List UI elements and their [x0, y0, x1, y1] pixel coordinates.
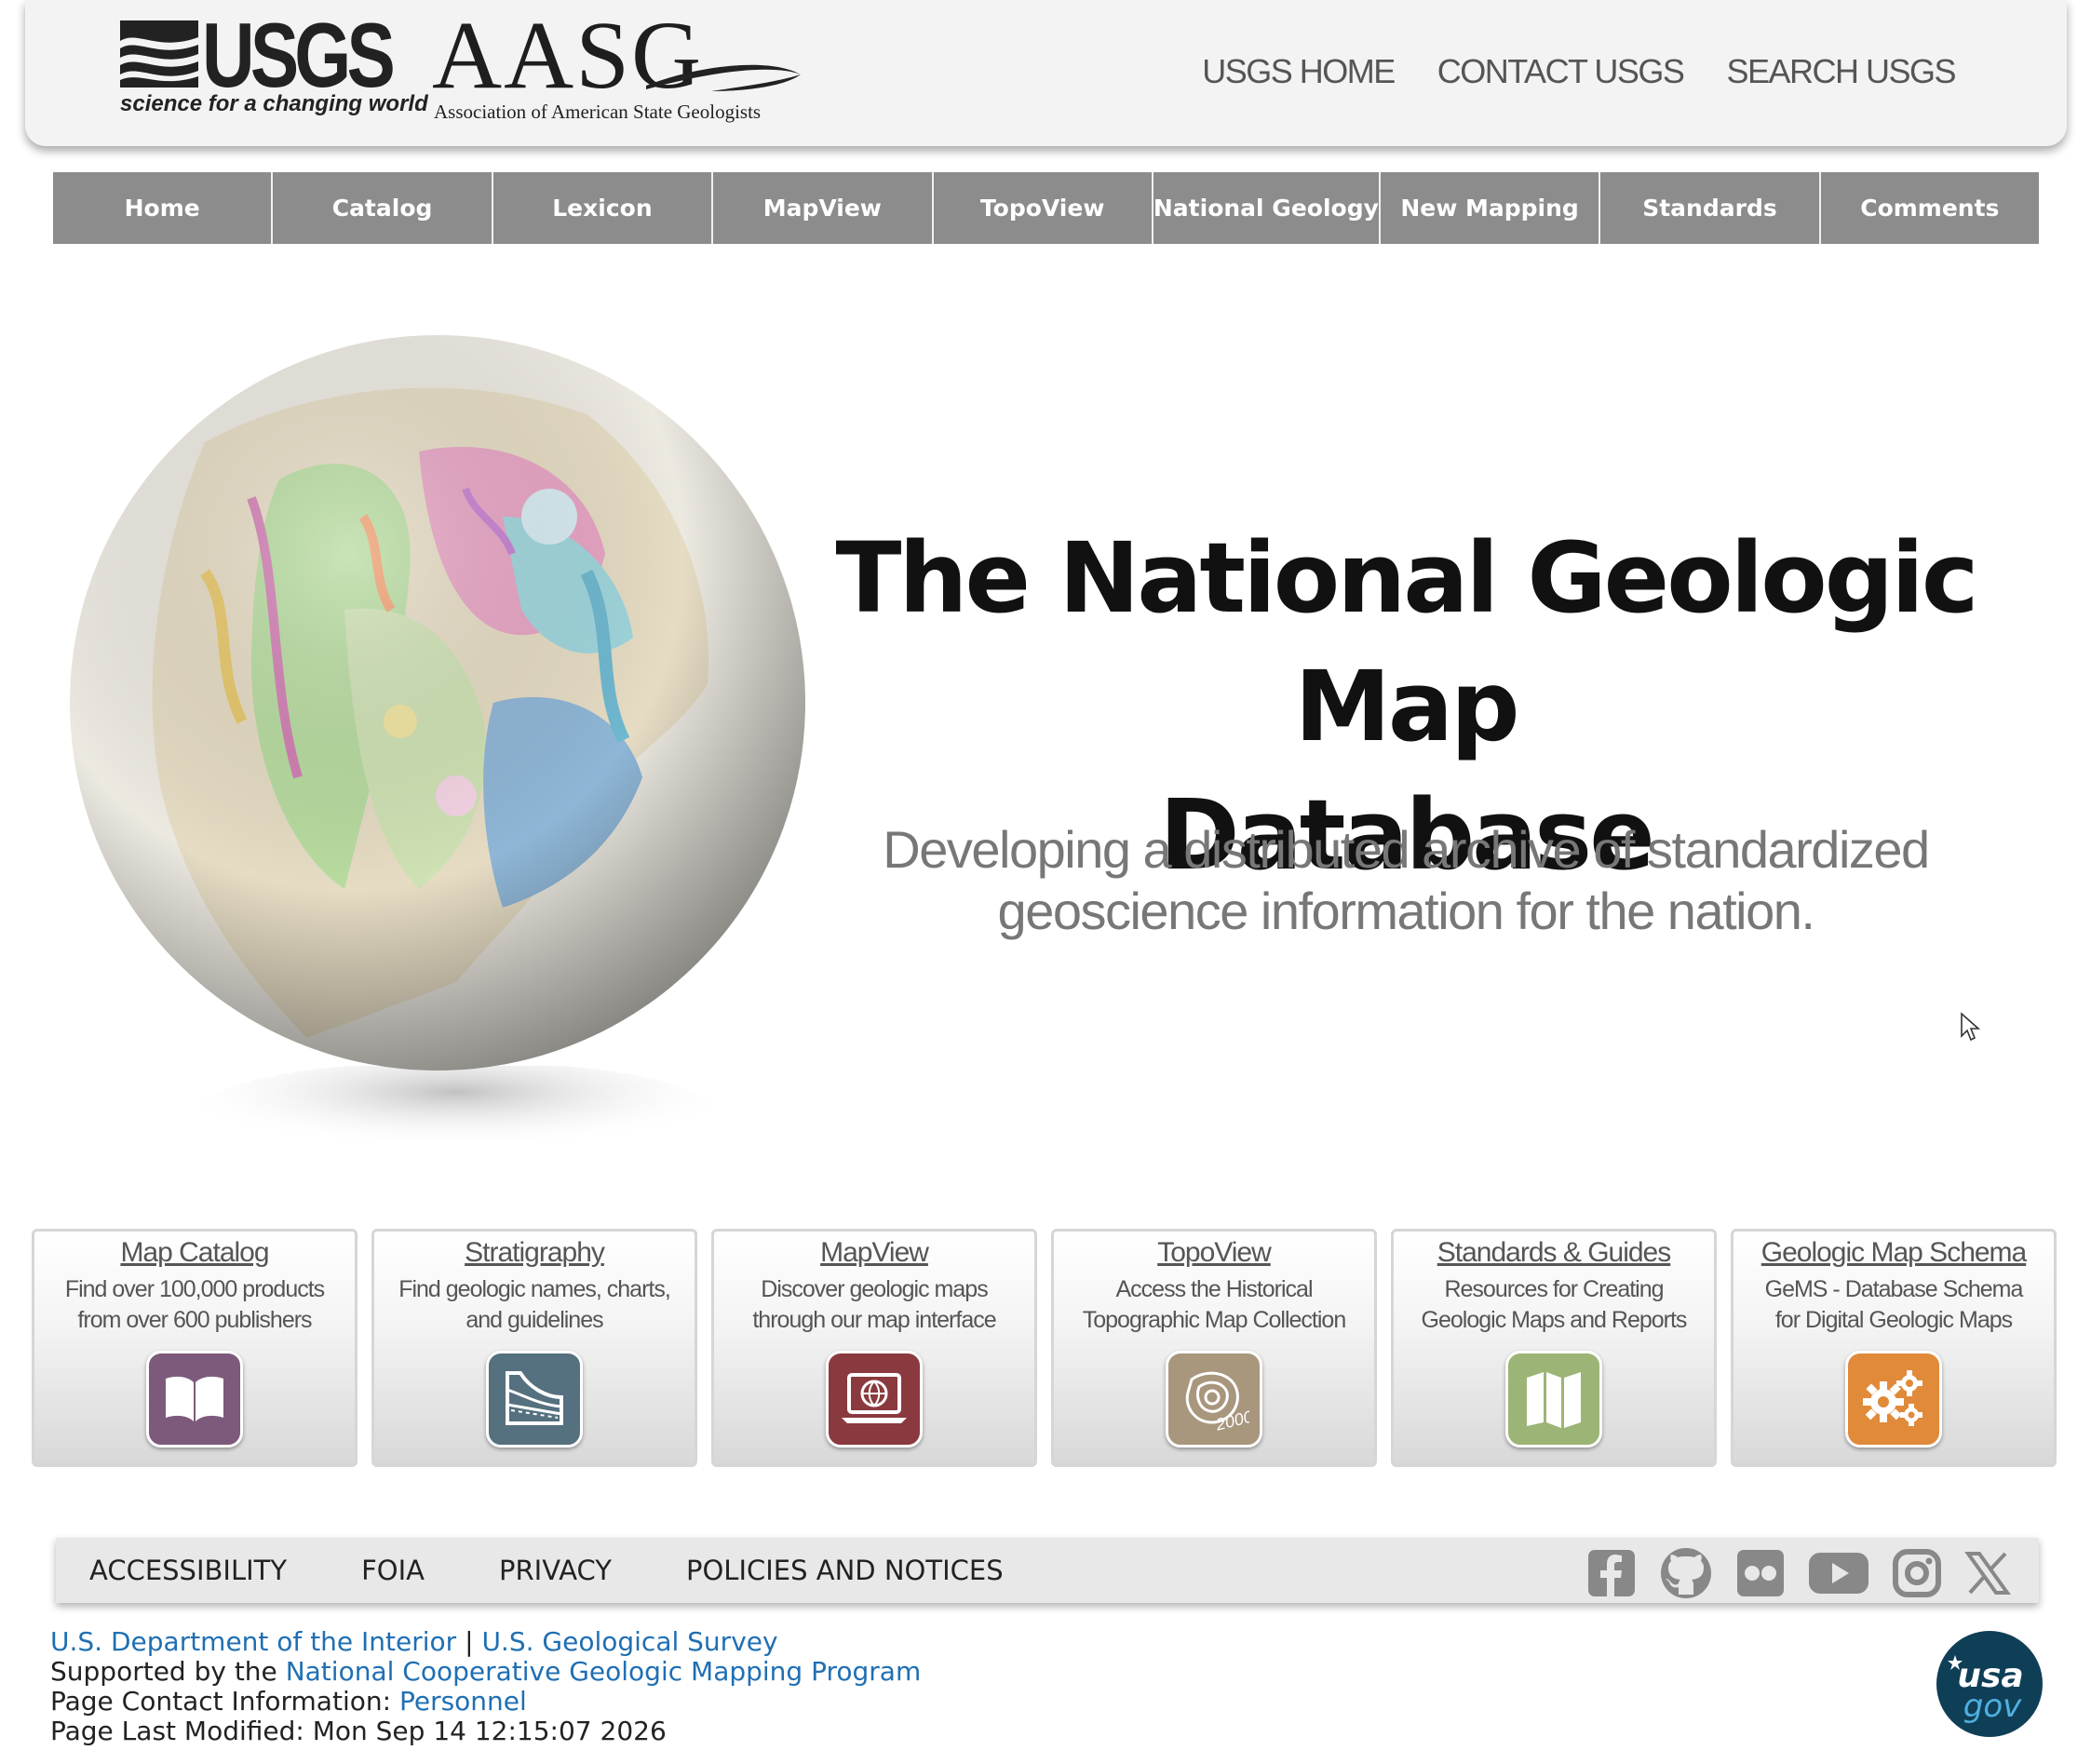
doi-link[interactable]: U.S. Department of the Interior: [50, 1626, 456, 1657]
aasg-swoosh-icon: [646, 64, 801, 91]
card-geologic-map-schema[interactable]: Geologic Map Schema GeMS - Database Sche…: [1731, 1229, 2057, 1467]
footer-separator: |: [465, 1626, 474, 1657]
nav-catalog[interactable]: Catalog: [273, 172, 493, 244]
geologic-globe-image: [56, 321, 819, 1178]
card-title[interactable]: Standards & Guides: [1394, 1237, 1714, 1269]
card-description: GeMS - Database Schema for Digital Geolo…: [1764, 1276, 2024, 1333]
header-links: USGS HOME CONTACT USGS SEARCH USGS: [1202, 52, 1956, 91]
youtube-icon[interactable]: [1808, 1551, 1869, 1600]
card-description: Resources for Creating Geologic Maps and…: [1421, 1276, 1688, 1333]
instagram-icon[interactable]: [1892, 1548, 1942, 1603]
nav-home[interactable]: Home: [53, 172, 274, 244]
card-title[interactable]: Stratigraphy: [374, 1237, 695, 1269]
globe-shadow: [196, 1066, 717, 1164]
nav-national-geology[interactable]: National Geology: [1153, 172, 1381, 244]
nav-comments[interactable]: Comments: [1821, 172, 2039, 244]
usgs-home-link[interactable]: USGS HOME: [1202, 52, 1396, 91]
mouse-pointer-icon: [1961, 1012, 1981, 1042]
aasg-logo[interactable]: AASG Association of American State Geolo…: [432, 7, 804, 124]
card-description: Find over 100,000 products from over 600…: [64, 1276, 325, 1333]
main-nav: Home Catalog Lexicon MapView TopoView Na…: [53, 172, 2039, 244]
card-stratigraphy[interactable]: Stratigraphy Find geologic names, charts…: [371, 1229, 697, 1467]
usagov-logo[interactable]: usa gov: [1935, 1629, 2044, 1739]
usgs-wave-mark-icon: [120, 20, 198, 88]
laptop-globe-icon[interactable]: [826, 1351, 923, 1448]
card-description: Access the Historical Topographic Map Co…: [1082, 1276, 1347, 1333]
footer-agency-line: U.S. Department of the Interior | U.S. G…: [50, 1627, 921, 1657]
accessibility-link[interactable]: ACCESSIBILITY: [89, 1555, 287, 1586]
nav-mapview[interactable]: MapView: [713, 172, 934, 244]
card-mapview[interactable]: MapView Discover geologic maps through o…: [711, 1229, 1037, 1467]
card-title[interactable]: MapView: [714, 1237, 1034, 1269]
hero-subtitle-line-2: geoscience information for the nation.: [997, 882, 1815, 940]
hero-title-line-1: The National Geologic Map: [835, 521, 1978, 763]
strata-icon[interactable]: [486, 1351, 583, 1448]
supported-by-label: Supported by the: [50, 1656, 277, 1687]
card-title[interactable]: Map Catalog: [34, 1237, 355, 1269]
folded-map-icon[interactable]: [1505, 1351, 1602, 1448]
card-description: Find geologic names, charts, and guideli…: [398, 1276, 671, 1333]
usgs-logo[interactable]: USGS science for a changing world: [120, 9, 428, 123]
facebook-icon[interactable]: [1586, 1548, 1637, 1603]
site-header: USGS science for a changing world AASG A…: [25, 0, 2067, 146]
card-standards-guides[interactable]: Standards & Guides Resources for Creatin…: [1391, 1229, 1717, 1467]
aasg-subtitle: Association of American State Geologists: [434, 101, 762, 123]
nav-lexicon[interactable]: Lexicon: [493, 172, 714, 244]
nav-standards[interactable]: Standards: [1600, 172, 1821, 244]
hero-subtitle-line-1: Developing a distributed archive of stan…: [883, 820, 1930, 879]
usgs-wordmark: USGS: [202, 4, 396, 106]
privacy-link[interactable]: PRIVACY: [499, 1555, 612, 1586]
card-title[interactable]: Geologic Map Schema: [1734, 1237, 2054, 1269]
footer-links: ACCESSIBILITY FOIA PRIVACY POLICIES AND …: [89, 1538, 1004, 1603]
topo-icon[interactable]: 2000: [1166, 1351, 1262, 1448]
footer-bar: ACCESSIBILITY FOIA PRIVACY POLICIES AND …: [56, 1538, 2039, 1603]
card-title[interactable]: TopoView: [1054, 1237, 1374, 1269]
last-modified: Page Last Modified: Mon Sep 14 12:15:07 …: [50, 1716, 667, 1746]
feature-cards: Map Catalog Find over 100,000 products f…: [32, 1229, 2061, 1471]
nav-new-mapping[interactable]: New Mapping: [1381, 172, 1601, 244]
card-description: Discover geologic maps through our map i…: [752, 1276, 996, 1333]
flickr-icon[interactable]: [1735, 1548, 1786, 1603]
usgs-link[interactable]: U.S. Geological Survey: [481, 1626, 777, 1657]
footer-contact-line: Page Contact Information: Personnel: [50, 1687, 921, 1717]
contact-usgs-link[interactable]: CONTACT USGS: [1437, 52, 1685, 91]
footer-supported-line: Supported by the National Cooperative Ge…: [50, 1657, 921, 1687]
contact-label: Page Contact Information:: [50, 1686, 392, 1717]
footer-info: U.S. Department of the Interior | U.S. G…: [50, 1627, 921, 1746]
search-usgs-link[interactable]: SEARCH USGS: [1726, 52, 1956, 91]
card-topoview[interactable]: TopoView Access the Historical Topograph…: [1051, 1229, 1377, 1467]
hero-subtitle: Developing a distributed archive of stan…: [838, 819, 1974, 942]
nav-topoview[interactable]: TopoView: [934, 172, 1153, 244]
github-icon[interactable]: [1659, 1546, 1713, 1605]
foia-link[interactable]: FOIA: [361, 1555, 425, 1586]
book-icon[interactable]: [146, 1351, 243, 1448]
card-map-catalog[interactable]: Map Catalog Find over 100,000 products f…: [32, 1229, 357, 1467]
usagov-line2: gov: [1963, 1688, 2022, 1725]
social-links: [1586, 1546, 2011, 1605]
x-icon[interactable]: [1964, 1550, 2011, 1601]
personnel-link[interactable]: Personnel: [399, 1686, 527, 1717]
policies-notices-link[interactable]: POLICIES AND NOTICES: [686, 1555, 1004, 1586]
ncgmp-link[interactable]: National Cooperative Geologic Mapping Pr…: [286, 1656, 922, 1687]
globe-icon: [70, 335, 805, 1071]
usgs-tagline: science for a changing world: [120, 91, 428, 116]
gears-icon[interactable]: [1845, 1351, 1942, 1448]
